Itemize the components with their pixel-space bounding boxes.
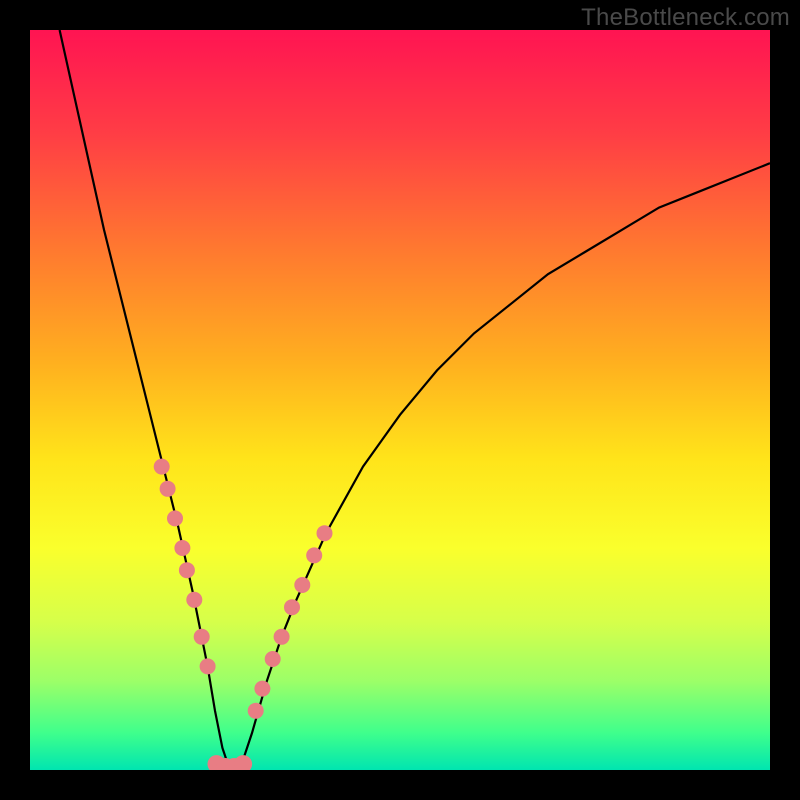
- bottleneck-curve: [60, 30, 770, 770]
- highlight-dot: [179, 562, 195, 578]
- highlight-dot: [234, 755, 252, 770]
- highlight-dot: [174, 540, 190, 556]
- highlight-dot: [194, 629, 210, 645]
- highlight-dot: [265, 651, 281, 667]
- highlight-dot: [248, 703, 264, 719]
- watermark-text: TheBottleneck.com: [581, 4, 790, 32]
- highlight-dots-left: [154, 459, 216, 675]
- chart-frame: TheBottleneck.com: [0, 0, 800, 800]
- highlight-dot: [200, 658, 216, 674]
- highlight-dot: [294, 577, 310, 593]
- highlight-dot: [306, 547, 322, 563]
- highlight-dot: [274, 629, 290, 645]
- highlight-dot: [154, 459, 170, 475]
- chart-plot-area: [30, 30, 770, 770]
- chart-svg: [30, 30, 770, 770]
- highlight-dots-right: [248, 525, 333, 719]
- highlight-dot: [167, 510, 183, 526]
- highlight-dots-bottom: [208, 755, 253, 770]
- highlight-dot: [160, 481, 176, 497]
- highlight-dot: [317, 525, 333, 541]
- highlight-dot: [254, 681, 270, 697]
- highlight-dot: [186, 592, 202, 608]
- highlight-dot: [284, 599, 300, 615]
